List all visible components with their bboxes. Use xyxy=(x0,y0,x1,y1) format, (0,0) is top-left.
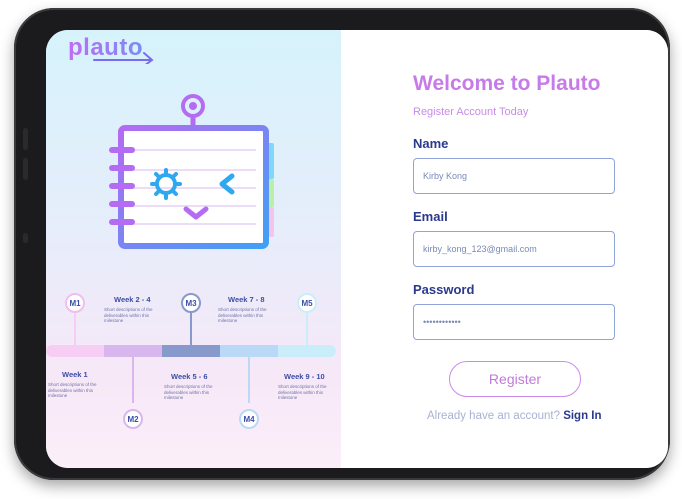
timeline-segment-2 xyxy=(104,345,162,357)
milestone-stem xyxy=(190,309,192,345)
week-description: Short descriptions of the deliverables w… xyxy=(48,382,97,398)
name-field[interactable]: Kirby Kong xyxy=(413,158,615,194)
milestone-m3: M3 xyxy=(181,293,201,313)
week-description: Short descriptions of the deliverables w… xyxy=(218,307,267,323)
side-button xyxy=(23,128,28,150)
milestone-m2: M2 xyxy=(123,409,143,429)
milestone-stem xyxy=(306,309,308,345)
milestone-stem xyxy=(248,357,250,403)
milestone-m4: M4 xyxy=(239,409,259,429)
timeline-segment-5 xyxy=(278,345,336,357)
timeline-segment-3 xyxy=(162,345,220,357)
name-label: Name xyxy=(413,136,449,151)
milestone-m5: M5 xyxy=(297,293,317,313)
hero-panel: plauto M1 M2 M3 M4 M5 Week 2 - 4 Short d… xyxy=(46,30,341,468)
register-panel: Welcome to Plauto Register Account Today… xyxy=(341,30,668,468)
sign-in-link[interactable]: Sign In xyxy=(563,410,601,422)
register-subtitle: Register Account Today xyxy=(413,106,529,118)
week-description: Short descriptions of the deliverables w… xyxy=(164,384,213,400)
week-label: Week 7 - 8 xyxy=(228,295,265,304)
password-field[interactable]: •••••••••••• xyxy=(413,304,615,340)
milestone-stem xyxy=(74,309,76,345)
signin-row: Already have an account? Sign In xyxy=(427,410,602,422)
timeline-segment-1 xyxy=(46,345,104,357)
email-label: Email xyxy=(413,209,448,224)
screen: plauto M1 M2 M3 M4 M5 Week 2 - 4 Short d… xyxy=(46,30,668,468)
milestone-stem xyxy=(132,357,134,403)
timeline-segment-4 xyxy=(220,345,278,357)
week-label: Week 9 - 10 xyxy=(284,372,325,381)
register-button[interactable]: Register xyxy=(449,361,581,397)
logo-arrow-icon xyxy=(93,52,154,64)
password-label: Password xyxy=(413,282,475,297)
tablet-frame: plauto M1 M2 M3 M4 M5 Week 2 - 4 Short d… xyxy=(14,8,670,480)
week-label: Week 2 - 4 xyxy=(114,295,151,304)
week-description: Short descriptions of the deliverables w… xyxy=(278,384,327,400)
side-button xyxy=(23,158,28,180)
side-button xyxy=(23,233,28,243)
email-field[interactable]: kirby_kong_123@gmail.com xyxy=(413,231,615,267)
project-timeline: M1 M2 M3 M4 M5 Week 2 - 4 Short descript… xyxy=(46,285,341,468)
week-label: Week 5 - 6 xyxy=(171,372,208,381)
week-label: Week 1 xyxy=(62,370,88,379)
signin-prompt: Already have an account? xyxy=(427,410,560,422)
milestone-m1: M1 xyxy=(65,293,85,313)
welcome-title: Welcome to Plauto xyxy=(413,72,601,95)
notebook-robot-illustration xyxy=(109,94,274,249)
week-description: Short descriptions of the deliverables w… xyxy=(104,307,153,323)
